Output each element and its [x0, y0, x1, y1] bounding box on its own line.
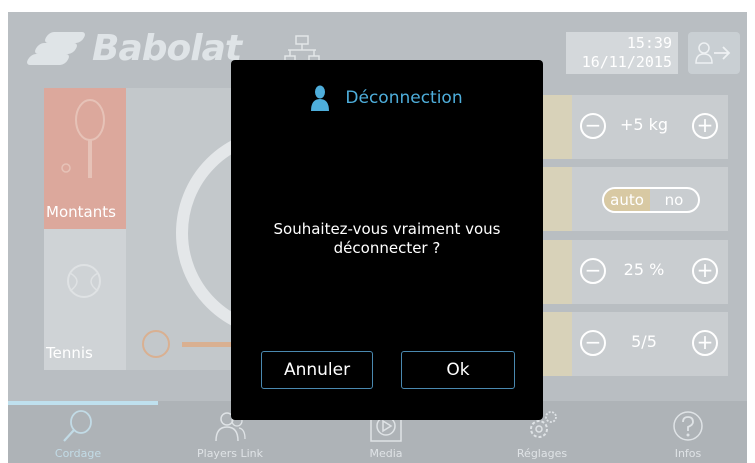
- weight-minus-button[interactable]: −: [580, 113, 606, 139]
- percent-plus-button[interactable]: +: [692, 258, 718, 284]
- nav-infos[interactable]: Infos: [628, 409, 747, 463]
- weight-plus-button[interactable]: +: [692, 113, 718, 139]
- active-tab-indicator: [8, 401, 158, 405]
- dialog-message: Souhaitez-vous vraiment vous déconnecter…: [273, 220, 501, 257]
- dialog-header: Déconnection: [231, 84, 543, 112]
- datetime-display: 15:39 16/11/2015: [566, 32, 678, 74]
- dialog-title: Déconnection: [345, 88, 463, 108]
- percent-control: − 25 % +: [542, 240, 728, 304]
- nav-cordage[interactable]: Cordage: [18, 409, 138, 463]
- ratio-value: 5/5: [631, 332, 657, 351]
- auto-off-option[interactable]: no: [650, 189, 698, 211]
- racket-search-icon: [63, 410, 92, 442]
- weight-control: − +5 kg +: [542, 95, 728, 159]
- percent-minus-button[interactable]: −: [580, 258, 606, 284]
- sport-tab-tennis[interactable]: Tennis: [44, 229, 126, 370]
- nav-label-reglages: Réglages: [516, 447, 568, 460]
- brand-name: Babolat: [92, 27, 242, 69]
- question-icon: [673, 411, 703, 441]
- nav-label-media: Media: [369, 447, 403, 460]
- slider-minus-button[interactable]: [142, 330, 170, 358]
- nav-label-infos: Infos: [674, 447, 702, 460]
- sport-selector: Montants Tennis: [44, 88, 126, 370]
- ratio-plus-button[interactable]: +: [692, 330, 718, 356]
- user-switch-button[interactable]: [688, 32, 740, 74]
- clock-time: 15:39: [626, 34, 672, 52]
- racket-icon: [61, 99, 105, 178]
- sport-label-montants: Montants: [46, 203, 116, 221]
- user-logout-icon: [695, 42, 731, 64]
- logout-dialog: Déconnection Souhaitez-vous vraiment vou…: [231, 60, 543, 420]
- auto-control: auto no: [542, 167, 728, 231]
- nav-label-cordage: Cordage: [54, 447, 102, 460]
- percent-value: 25 %: [623, 260, 665, 279]
- clock-date: 16/11/2015: [581, 53, 672, 71]
- nav-label-players-link: Players Link: [197, 447, 263, 460]
- row-edge: [542, 240, 572, 304]
- babolat-logo: Babolat: [25, 26, 242, 70]
- user-icon: [311, 85, 330, 111]
- ratio-control: − 5/5 +: [542, 312, 728, 376]
- row-edge: [542, 312, 572, 376]
- tennis-ball-icon: [67, 264, 101, 298]
- ratio-minus-button[interactable]: −: [580, 330, 606, 356]
- row-edge: [542, 167, 572, 231]
- logo-mark-icon: [25, 30, 87, 66]
- row-edge: [542, 95, 572, 159]
- auto-toggle[interactable]: auto no: [602, 187, 700, 213]
- auto-on-option[interactable]: auto: [604, 189, 651, 211]
- weight-value: +5 kg: [619, 115, 669, 134]
- sport-tab-montants[interactable]: Montants: [44, 88, 126, 229]
- ok-button[interactable]: Ok: [401, 351, 515, 389]
- cancel-button[interactable]: Annuler: [261, 351, 373, 389]
- sport-label-tennis: Tennis: [46, 344, 93, 362]
